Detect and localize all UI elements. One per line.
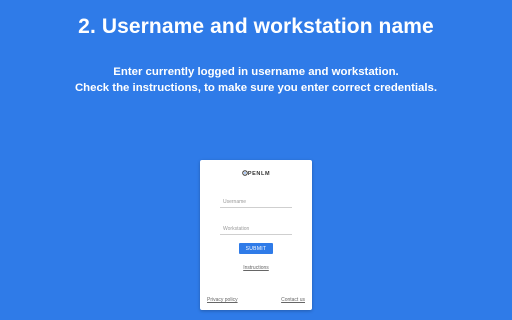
contact-us-link[interactable]: Contact us — [281, 297, 305, 303]
login-card: PENLM SUBMIT Instructions Privacy policy… — [200, 160, 312, 310]
subtitle-line-1: Enter currently logged in username and w… — [113, 66, 399, 78]
submit-button[interactable]: SUBMIT — [239, 243, 273, 254]
page-subtitle: Enter currently logged in username and w… — [0, 64, 512, 96]
username-input[interactable] — [220, 197, 292, 208]
openlm-logo: PENLM — [200, 170, 312, 177]
subtitle-line-2: Check the instructions, to make sure you… — [74, 82, 438, 94]
instructions-link[interactable]: Instructions — [200, 265, 312, 271]
privacy-policy-link[interactable]: Privacy policy — [207, 297, 238, 303]
workstation-input[interactable] — [220, 224, 292, 235]
page-title: 2. Username and workstation name — [78, 15, 434, 38]
logo-text: PENLM — [247, 171, 271, 177]
